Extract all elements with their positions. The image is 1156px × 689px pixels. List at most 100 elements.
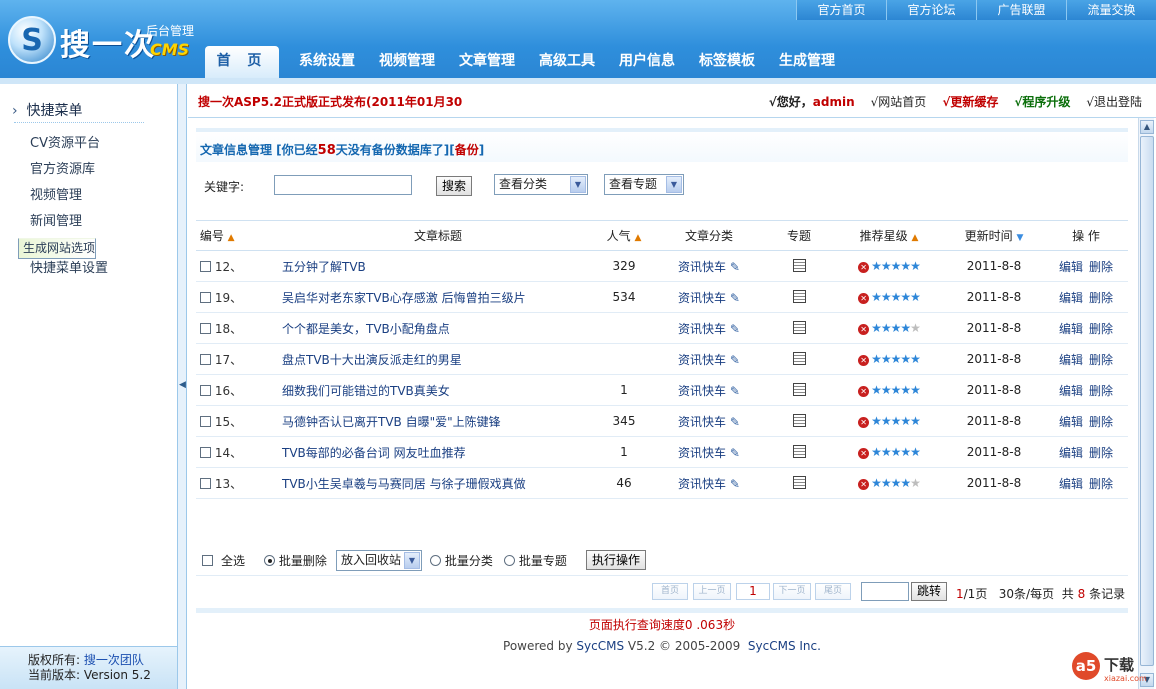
row-checkbox[interactable] bbox=[199, 260, 211, 272]
star-icon[interactable]: ★ bbox=[871, 352, 882, 366]
sidebar-item-menu-settings[interactable]: 快捷菜单设置 bbox=[18, 259, 148, 285]
pencil-icon[interactable]: ✎ bbox=[730, 260, 740, 274]
company-link[interactable]: SycCMS Inc. bbox=[748, 639, 821, 653]
star-icon[interactable]: ★ bbox=[891, 383, 902, 397]
pencil-icon[interactable]: ✎ bbox=[730, 415, 740, 429]
jump-button[interactable]: 跳转 bbox=[911, 582, 948, 601]
prev-page-button[interactable]: 上一页 bbox=[693, 583, 731, 600]
star-icon[interactable]: ★ bbox=[900, 476, 911, 490]
star-icon[interactable]: ★ bbox=[871, 476, 882, 490]
select-all-checkbox[interactable] bbox=[202, 555, 213, 566]
clear-stars-icon[interactable]: ✕ bbox=[858, 448, 870, 459]
row-title[interactable]: TVB每部的必备台词 网友吐血推荐 bbox=[282, 436, 594, 468]
batch-category-radio[interactable] bbox=[430, 555, 441, 566]
sidebar-item-news-management[interactable]: 新闻管理 bbox=[18, 212, 148, 238]
star-icon[interactable]: ★ bbox=[871, 321, 882, 335]
delete-link[interactable]: 删除 bbox=[1089, 353, 1113, 367]
star-icon[interactable]: ★ bbox=[900, 259, 911, 273]
star-icon[interactable]: ★ bbox=[891, 290, 902, 304]
document-icon[interactable] bbox=[792, 352, 806, 365]
document-icon[interactable] bbox=[792, 445, 806, 458]
document-icon[interactable] bbox=[792, 383, 806, 396]
brand-link[interactable]: SycCMS bbox=[576, 639, 624, 653]
star-icon[interactable]: ★ bbox=[881, 414, 892, 428]
star-icon[interactable]: ★ bbox=[910, 476, 921, 490]
keyword-input[interactable] bbox=[274, 175, 412, 195]
star-icon[interactable]: ★ bbox=[910, 352, 921, 366]
sidebar-item-cv-platform[interactable]: CV资源平台 bbox=[18, 134, 148, 160]
star-icon[interactable]: ★ bbox=[910, 383, 921, 397]
star-icon[interactable]: ★ bbox=[881, 383, 892, 397]
toplink-official-home[interactable]: 官方首页 bbox=[796, 0, 886, 20]
nav-system-settings[interactable]: 系统设置 bbox=[287, 46, 367, 78]
toplink-official-forum[interactable]: 官方论坛 bbox=[886, 0, 976, 20]
team-link[interactable]: 搜一次团队 bbox=[84, 653, 144, 667]
star-icon[interactable]: ★ bbox=[910, 259, 921, 273]
sidebar-item-official-library[interactable]: 官方资源库 bbox=[18, 160, 148, 186]
delete-link[interactable]: 删除 bbox=[1089, 446, 1113, 460]
row-checkbox[interactable] bbox=[199, 446, 211, 458]
star-icon[interactable]: ★ bbox=[871, 445, 882, 459]
refresh-cache-link[interactable]: √更新缓存 bbox=[942, 93, 998, 110]
delete-link[interactable]: 删除 bbox=[1089, 260, 1113, 274]
star-icon[interactable]: ★ bbox=[891, 321, 902, 335]
clear-stars-icon[interactable]: ✕ bbox=[858, 355, 870, 366]
row-topic[interactable] bbox=[764, 250, 834, 282]
star-icon[interactable]: ★ bbox=[910, 321, 921, 335]
sidebar-toggle[interactable]: ◀ bbox=[178, 84, 187, 689]
nav-tag-templates[interactable]: 标签模板 bbox=[687, 46, 767, 78]
row-checkbox[interactable] bbox=[199, 291, 211, 303]
batch-topic-radio[interactable] bbox=[504, 555, 515, 566]
document-icon[interactable] bbox=[792, 290, 806, 303]
row-category[interactable]: 资讯快车 ✎ bbox=[654, 374, 764, 406]
edit-link[interactable]: 编辑 bbox=[1059, 384, 1083, 398]
star-icon[interactable]: ★ bbox=[910, 290, 921, 304]
last-page-button[interactable]: 尾页 bbox=[815, 583, 851, 600]
site-home-link[interactable]: √网站首页 bbox=[871, 93, 927, 110]
sort-down-icon[interactable]: ▼ bbox=[1016, 233, 1023, 243]
row-checkbox[interactable] bbox=[199, 353, 211, 365]
nav-generate-management[interactable]: 生成管理 bbox=[767, 46, 847, 78]
select-all[interactable]: 全选 bbox=[202, 552, 245, 569]
star-icon[interactable]: ★ bbox=[881, 445, 892, 459]
row-topic[interactable] bbox=[764, 312, 834, 344]
toplink-ad-alliance[interactable]: 广告联盟 bbox=[976, 0, 1066, 20]
star-icon[interactable]: ★ bbox=[900, 445, 911, 459]
document-icon[interactable] bbox=[792, 259, 806, 272]
document-icon[interactable] bbox=[792, 476, 806, 489]
col-date[interactable]: 更新时间 ▼ bbox=[944, 220, 1044, 251]
clear-stars-icon[interactable]: ✕ bbox=[858, 324, 870, 335]
row-title[interactable]: TVB小生吴卓羲与马赛同居 与徐子珊假戏真做 bbox=[282, 467, 594, 499]
row-category[interactable]: 资讯快车 ✎ bbox=[654, 250, 764, 282]
nav-home[interactable]: 首 页 bbox=[205, 46, 279, 78]
pencil-icon[interactable]: ✎ bbox=[730, 477, 740, 491]
pencil-icon[interactable]: ✎ bbox=[730, 353, 740, 367]
star-icon[interactable]: ★ bbox=[900, 321, 911, 335]
star-icon[interactable]: ★ bbox=[871, 383, 882, 397]
first-page-button[interactable]: 首页 bbox=[652, 583, 688, 600]
toplink-traffic-exchange[interactable]: 流量交换 bbox=[1066, 0, 1156, 20]
edit-link[interactable]: 编辑 bbox=[1059, 353, 1083, 367]
star-icon[interactable]: ★ bbox=[910, 445, 921, 459]
nav-user-info[interactable]: 用户信息 bbox=[607, 46, 687, 78]
sidebar-item-generate-site[interactable]: 生成网站选项 bbox=[18, 238, 97, 259]
row-topic[interactable] bbox=[764, 405, 834, 437]
star-icon[interactable]: ★ bbox=[881, 290, 892, 304]
next-page-button[interactable]: 下一页 bbox=[773, 583, 811, 600]
edit-link[interactable]: 编辑 bbox=[1059, 446, 1083, 460]
row-category[interactable]: 资讯快车 ✎ bbox=[654, 405, 764, 437]
delete-link[interactable]: 删除 bbox=[1089, 477, 1113, 491]
nav-article-management[interactable]: 文章管理 bbox=[447, 46, 527, 78]
star-icon[interactable]: ★ bbox=[871, 414, 882, 428]
row-title[interactable]: 马德钟否认已离开TVB 自曝"爱"上陈键锋 bbox=[282, 405, 594, 437]
logout-link[interactable]: √退出登陆 bbox=[1086, 93, 1142, 110]
row-category[interactable]: 资讯快车 ✎ bbox=[654, 281, 764, 313]
star-icon[interactable]: ★ bbox=[881, 259, 892, 273]
edit-link[interactable]: 编辑 bbox=[1059, 291, 1083, 305]
category-select[interactable]: 查看分类 ▼ bbox=[494, 174, 588, 195]
announcement[interactable]: 搜一次ASP5.2正式版正式发布(2011年01月30 bbox=[198, 93, 462, 110]
row-topic[interactable] bbox=[764, 374, 834, 406]
edit-link[interactable]: 编辑 bbox=[1059, 260, 1083, 274]
row-checkbox[interactable] bbox=[199, 477, 211, 489]
batch-topic-option[interactable]: 批量专题 bbox=[504, 552, 567, 569]
